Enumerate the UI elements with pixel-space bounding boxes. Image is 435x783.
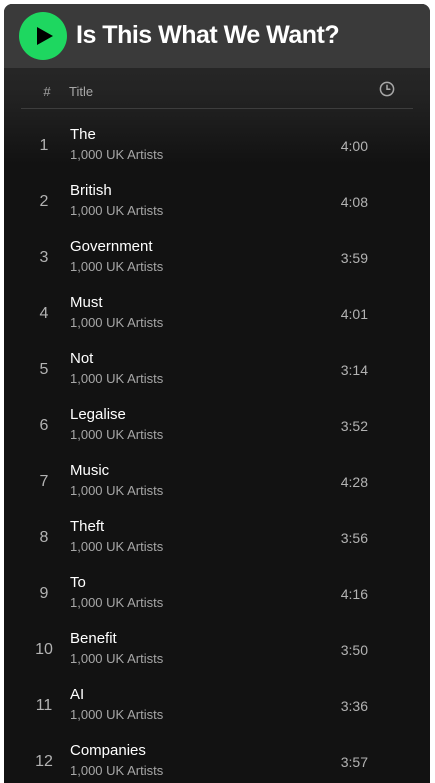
track-artist[interactable]: 1,000 UK Artists [70, 203, 163, 218]
track-number: 1 [39, 137, 49, 154]
track-number: 5 [39, 361, 49, 378]
column-header-number: # [43, 84, 51, 99]
track-artist[interactable]: 1,000 UK Artists [70, 651, 163, 666]
playlist-title: Is This What We Want? [76, 21, 340, 49]
track-number: 2 [39, 193, 49, 210]
track-row[interactable]: 2 British 1,000 UK Artists 4:08 [4, 174, 430, 230]
track-row[interactable]: 1 The 1,000 UK Artists 4:00 [4, 118, 430, 174]
track-artist[interactable]: 1,000 UK Artists [70, 427, 163, 442]
play-icon [36, 27, 53, 45]
track-number: 6 [39, 417, 49, 434]
track-number: 8 [39, 529, 49, 546]
track-title[interactable]: Companies [70, 742, 146, 759]
track-row[interactable]: 5 Not 1,000 UK Artists 3:14 [4, 342, 430, 398]
track-row[interactable]: 4 Must 1,000 UK Artists 4:01 [4, 286, 430, 342]
track-title[interactable]: Government [70, 238, 153, 255]
track-duration: 3:59 [340, 250, 368, 266]
track-duration: 4:00 [340, 138, 368, 154]
track-artist[interactable]: 1,000 UK Artists [70, 371, 163, 386]
clock-icon [379, 81, 395, 100]
track-title[interactable]: To [70, 574, 86, 591]
track-duration: 3:36 [340, 698, 368, 714]
track-title[interactable]: British [70, 182, 112, 199]
track-artist[interactable]: 1,000 UK Artists [70, 147, 163, 162]
track-row[interactable]: 12 Companies 1,000 UK Artists 3:57 [4, 734, 430, 783]
playlist-panel: Is This What We Want? # Title 1 The 1,000 … [4, 4, 430, 783]
track-number: 11 [35, 697, 53, 714]
track-number: 12 [35, 753, 53, 770]
track-duration: 3:14 [340, 362, 368, 378]
track-artist[interactable]: 1,000 UK Artists [70, 595, 163, 610]
track-duration: 3:57 [340, 754, 368, 770]
track-list-header: # Title [21, 74, 413, 109]
track-number: 10 [35, 641, 53, 658]
track-row[interactable]: 7 Music 1,000 UK Artists 4:28 [4, 454, 430, 510]
column-header-title: Title [69, 84, 94, 99]
track-row[interactable]: 11 AI 1,000 UK Artists 3:36 [4, 678, 430, 734]
track-artist[interactable]: 1,000 UK Artists [70, 259, 163, 274]
track-row[interactable]: 3 Government 1,000 UK Artists 3:59 [4, 230, 430, 286]
track-row[interactable]: 9 To 1,000 UK Artists 4:16 [4, 566, 430, 622]
track-title[interactable]: AI [70, 686, 84, 703]
track-number: 3 [39, 249, 49, 266]
track-artist[interactable]: 1,000 UK Artists [70, 763, 163, 778]
track-title[interactable]: Not [70, 350, 93, 367]
track-title[interactable]: Must [70, 294, 103, 311]
track-list: 1 The 1,000 UK Artists 4:00 2 British 1,000 UK… [4, 118, 430, 783]
track-duration: 4:16 [340, 586, 368, 602]
play-button[interactable] [19, 12, 67, 60]
track-title[interactable]: Music [70, 462, 109, 479]
track-artist[interactable]: 1,000 UK Artists [70, 707, 163, 722]
track-duration: 4:01 [340, 306, 368, 322]
track-title[interactable]: The [70, 126, 96, 143]
track-duration: 4:08 [340, 194, 368, 210]
track-number: 4 [39, 305, 49, 322]
track-number: 9 [39, 585, 49, 602]
playlist-header: Is This What We Want? [4, 4, 430, 68]
track-artist[interactable]: 1,000 UK Artists [70, 315, 163, 330]
track-duration: 3:50 [340, 642, 368, 658]
track-row[interactable]: 8 Theft 1,000 UK Artists 3:56 [4, 510, 430, 566]
track-row[interactable]: 6 Legalise 1,000 UK Artists 3:52 [4, 398, 430, 454]
track-duration: 3:52 [340, 418, 368, 434]
track-title[interactable]: Legalise [70, 406, 126, 423]
track-number: 7 [39, 473, 49, 490]
track-artist[interactable]: 1,000 UK Artists [70, 539, 163, 554]
track-title[interactable]: Benefit [70, 630, 117, 647]
track-duration: 4:28 [340, 474, 368, 490]
track-row[interactable]: 10 Benefit 1,000 UK Artists 3:50 [4, 622, 430, 678]
track-artist[interactable]: 1,000 UK Artists [70, 483, 163, 498]
track-title[interactable]: Theft [70, 518, 104, 535]
track-duration: 3:56 [340, 530, 368, 546]
